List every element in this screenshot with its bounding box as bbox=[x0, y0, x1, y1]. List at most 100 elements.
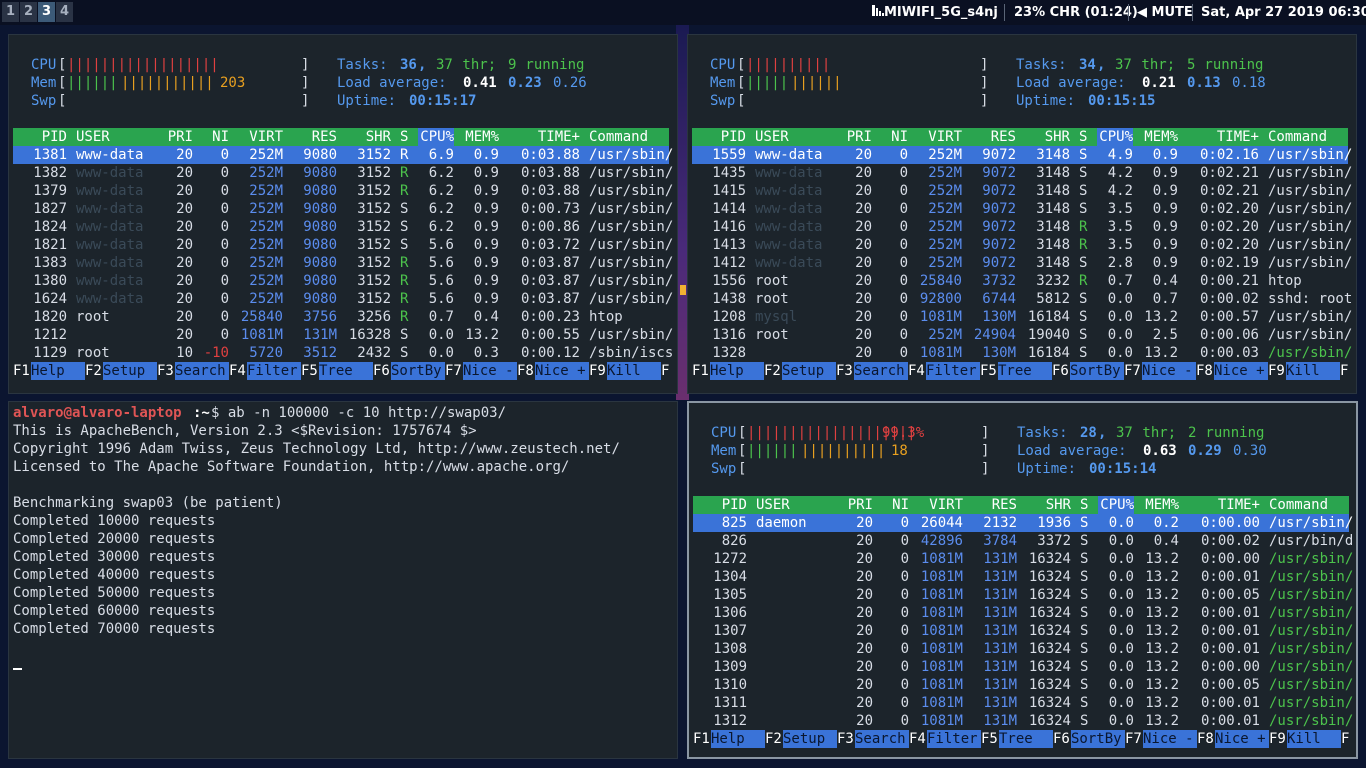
fkey-f2-button[interactable]: Setup bbox=[783, 730, 837, 748]
priority-header[interactable]: PRI bbox=[166, 128, 193, 146]
shr-header[interactable]: SHR bbox=[1025, 128, 1070, 146]
workspace-1-button[interactable]: 1 bbox=[2, 2, 19, 22]
workspace-4-button[interactable]: 4 bbox=[56, 2, 73, 22]
command-header[interactable]: Command bbox=[589, 128, 648, 146]
fkey-f9-button[interactable]: Kill bbox=[1287, 730, 1341, 748]
priority-header[interactable]: PRI bbox=[845, 128, 872, 146]
res-header[interactable]: RES bbox=[292, 128, 337, 146]
state-header[interactable]: S bbox=[400, 128, 408, 146]
process-row[interactable]: 1827 www-data 20 0 252M 9080 3152 S 6.2 0.9 0:00.7… bbox=[13, 200, 673, 218]
htop-pane-top-right[interactable]: CPU[||||||||||] Mem[||||| ||||||] Swp[] Task… bbox=[687, 34, 1357, 394]
fkey-f2-button[interactable]: Setup bbox=[782, 362, 836, 380]
process-row[interactable]: 826 20 0 42896 3784 3372 S 0.0 0.4 0:00.02/usr/bi… bbox=[693, 532, 1354, 550]
fkey-f7-button[interactable]: Nice - bbox=[463, 362, 517, 380]
res-header[interactable]: RES bbox=[972, 496, 1017, 514]
fkey-f7-button[interactable]: Nice - bbox=[1142, 362, 1196, 380]
fkey-f8-button[interactable]: Nice + bbox=[1214, 362, 1268, 380]
cpu-percent-header[interactable]: CPU% bbox=[1097, 128, 1133, 146]
pid-header[interactable]: PID bbox=[702, 496, 747, 514]
process-row[interactable]: 1328 20 0 1081M 130M 16184 S 0.0 13.2 0:00.03/usr… bbox=[692, 344, 1352, 362]
fkey-f1-button[interactable]: Help bbox=[710, 362, 764, 380]
selected-process-row[interactable]: 1381 www-data 20 0 252M 9080 3152 R 6.9 0.9 0:03.8… bbox=[13, 146, 673, 164]
process-row[interactable]: 1316 root 20 0 252M 24904 19040 S 0.0 2.5 0:00.06 /… bbox=[692, 326, 1352, 344]
process-row[interactable]: 1309 20 0 1081M 131M 16324 S 0.0 13.2 0:00.00/usr… bbox=[693, 658, 1353, 676]
process-row[interactable]: 1414 www-data 20 0 252M 9072 3148 S 3.5 0.9 0:02.2… bbox=[692, 200, 1352, 218]
fkey-f3-button[interactable]: Search bbox=[175, 362, 229, 380]
process-row[interactable]: 1821 www-data 20 0 252M 9080 3152 S 5.6 0.9 0:03.7… bbox=[13, 236, 673, 254]
shr-header[interactable]: SHR bbox=[1026, 496, 1071, 514]
fkey-f2-button[interactable]: Setup bbox=[103, 362, 157, 380]
process-row[interactable]: 1129 root 10 -10 5720 3512 2432 S 0.0 0.3 0:00.12 /… bbox=[13, 344, 673, 362]
user-header[interactable]: USER bbox=[756, 496, 790, 514]
process-row[interactable]: 1305 20 0 1081M 131M 16324 S 0.0 13.2 0:00.05/usr… bbox=[693, 586, 1353, 604]
fkey-f5-button[interactable]: Tree bbox=[999, 730, 1053, 748]
nice-header[interactable]: NI bbox=[881, 128, 908, 146]
process-row[interactable]: 1308 20 0 1081M 131M 16324 S 0.0 13.2 0:00.01/usr… bbox=[693, 640, 1353, 658]
process-row[interactable]: 1438 root 20 0 92800 6744 5812 S 0.0 0.7 0:00.02 ss… bbox=[692, 290, 1352, 308]
mem-percent-header[interactable]: MEM% bbox=[463, 128, 499, 146]
cpu-percent-header[interactable]: CPU% bbox=[418, 128, 454, 146]
process-row[interactable]: 1556 root 20 0 25840 3732 3232 R 0.7 0.4 0:00.21 ht… bbox=[692, 272, 1348, 290]
time-header[interactable]: TIME+ bbox=[508, 128, 580, 146]
workspace-2-button[interactable]: 2 bbox=[20, 2, 37, 22]
shr-header[interactable]: SHR bbox=[346, 128, 391, 146]
process-row[interactable]: 1307 20 0 1081M 131M 16324 S 0.0 13.2 0:00.01/usr… bbox=[693, 622, 1353, 640]
process-row[interactable]: 1820 root 20 0 25840 3756 3256 R 0.7 0.4 0:00.23 ht… bbox=[13, 308, 669, 326]
fkey-f9-button[interactable]: Kill bbox=[1286, 362, 1340, 380]
terminal-pane[interactable]: alvaro@alvaro-laptop:~ $ ab -n 100000 -c … bbox=[8, 401, 678, 759]
user-header[interactable]: USER bbox=[755, 128, 789, 146]
pid-header[interactable]: PID bbox=[701, 128, 746, 146]
process-row[interactable]: 1310 20 0 1081M 131M 16324 S 0.0 13.2 0:00.05/usr… bbox=[693, 676, 1353, 694]
virt-header[interactable]: VIRT bbox=[238, 128, 283, 146]
nice-header[interactable]: NI bbox=[202, 128, 229, 146]
fkey-f4-button[interactable]: Filter bbox=[247, 362, 301, 380]
process-row[interactable]: 1379 www-data 20 0 252M 9080 3152 R 6.2 0.9 0:03.8… bbox=[13, 182, 673, 200]
mem-percent-header[interactable]: MEM% bbox=[1142, 128, 1178, 146]
process-row[interactable]: 1416 www-data 20 0 252M 9072 3148 R 3.5 0.9 0:02.2… bbox=[692, 218, 1352, 236]
process-row[interactable]: 1311 20 0 1081M 131M 16324 S 0.0 13.2 0:00.01/usr… bbox=[693, 694, 1353, 712]
process-row[interactable]: 1824 www-data 20 0 252M 9080 3152 S 6.2 0.9 0:00.8… bbox=[13, 218, 673, 236]
process-row[interactable]: 1304 20 0 1081M 131M 16324 S 0.0 13.2 0:00.01/usr… bbox=[693, 568, 1353, 586]
virt-header[interactable]: VIRT bbox=[918, 496, 963, 514]
process-row[interactable]: 1208 mysql 20 0 1081M 130M 16184 S 0.0 13.2 0:00.5… bbox=[692, 308, 1352, 326]
fkey-f4-button[interactable]: Filter bbox=[926, 362, 980, 380]
cpu-percent-header[interactable]: CPU% bbox=[1098, 496, 1134, 514]
volume-status[interactable]: ◀ MUTE bbox=[1137, 0, 1193, 25]
process-row[interactable]: 1435 www-data 20 0 252M 9072 3148 S 4.2 0.9 0:02.2… bbox=[692, 164, 1352, 182]
fkey-f5-button[interactable]: Tree bbox=[319, 362, 373, 380]
fkey-f6-button[interactable]: SortBy bbox=[391, 362, 445, 380]
process-row[interactable]: 1306 20 0 1081M 131M 16324 S 0.0 13.2 0:00.01/usr… bbox=[693, 604, 1353, 622]
command-header[interactable]: Command bbox=[1269, 496, 1328, 514]
mem-percent-header[interactable]: MEM% bbox=[1143, 496, 1179, 514]
fkey-f5-button[interactable]: Tree bbox=[998, 362, 1052, 380]
state-header[interactable]: S bbox=[1080, 496, 1088, 514]
time-header[interactable]: TIME+ bbox=[1187, 128, 1259, 146]
process-row[interactable]: 1382 www-data 20 0 252M 9080 3152 R 6.2 0.9 0:03.8… bbox=[13, 164, 673, 182]
pid-header[interactable]: PID bbox=[22, 128, 67, 146]
process-row[interactable]: 1415 www-data 20 0 252M 9072 3148 S 4.2 0.9 0:02.2… bbox=[692, 182, 1352, 200]
fkey-f1-button[interactable]: Help bbox=[711, 730, 765, 748]
fkey-f1-button[interactable]: Help bbox=[31, 362, 85, 380]
fkey-f7-button[interactable]: Nice - bbox=[1143, 730, 1197, 748]
fkey-f8-button[interactable]: Nice + bbox=[535, 362, 589, 380]
process-row[interactable]: 1380 www-data 20 0 252M 9080 3152 R 5.6 0.9 0:03.8… bbox=[13, 272, 673, 290]
selected-process-row[interactable]: 1559 www-data 20 0 252M 9072 3148 S 4.9 0.9 0:02.1… bbox=[692, 146, 1352, 164]
time-header[interactable]: TIME+ bbox=[1188, 496, 1260, 514]
process-row[interactable]: 1272 20 0 1081M 131M 16324 S 0.0 13.2 0:00.00/usr… bbox=[693, 550, 1353, 568]
process-row[interactable]: 1624 www-data 20 0 252M 9080 3152 R 5.6 0.9 0:03.8… bbox=[13, 290, 673, 308]
process-row[interactable]: 1212 20 0 1081M 131M 16328 S 0.0 13.2 0:00.55/usr… bbox=[13, 326, 673, 344]
process-row[interactable]: 1312 20 0 1081M 131M 16324 S 0.0 13.2 0:00.01/usr… bbox=[693, 712, 1353, 730]
workspace-3-button[interactable]: 3 bbox=[38, 2, 55, 22]
state-header[interactable]: S bbox=[1079, 128, 1087, 146]
htop-pane-bottom-right[interactable]: CPU[|||||||||||||||||||| 99.3%] Mem[||||||… bbox=[687, 401, 1358, 759]
process-row[interactable]: 1413 www-data 20 0 252M 9072 3148 R 3.5 0.9 0:02.2… bbox=[692, 236, 1352, 254]
virt-header[interactable]: VIRT bbox=[917, 128, 962, 146]
fkey-f3-button[interactable]: Search bbox=[854, 362, 908, 380]
fkey-f3-button[interactable]: Search bbox=[855, 730, 909, 748]
fkey-f8-button[interactable]: Nice + bbox=[1215, 730, 1269, 748]
process-row[interactable]: 1383 www-data 20 0 252M 9080 3152 R 5.6 0.9 0:03.8… bbox=[13, 254, 673, 272]
priority-header[interactable]: PRI bbox=[846, 496, 873, 514]
fkey-f9-button[interactable]: Kill bbox=[607, 362, 661, 380]
htop-pane-top-left[interactable]: CPU[||||||||||||||||||] Mem[|||||| |||||||… bbox=[8, 34, 678, 394]
command-header[interactable]: Command bbox=[1268, 128, 1327, 146]
